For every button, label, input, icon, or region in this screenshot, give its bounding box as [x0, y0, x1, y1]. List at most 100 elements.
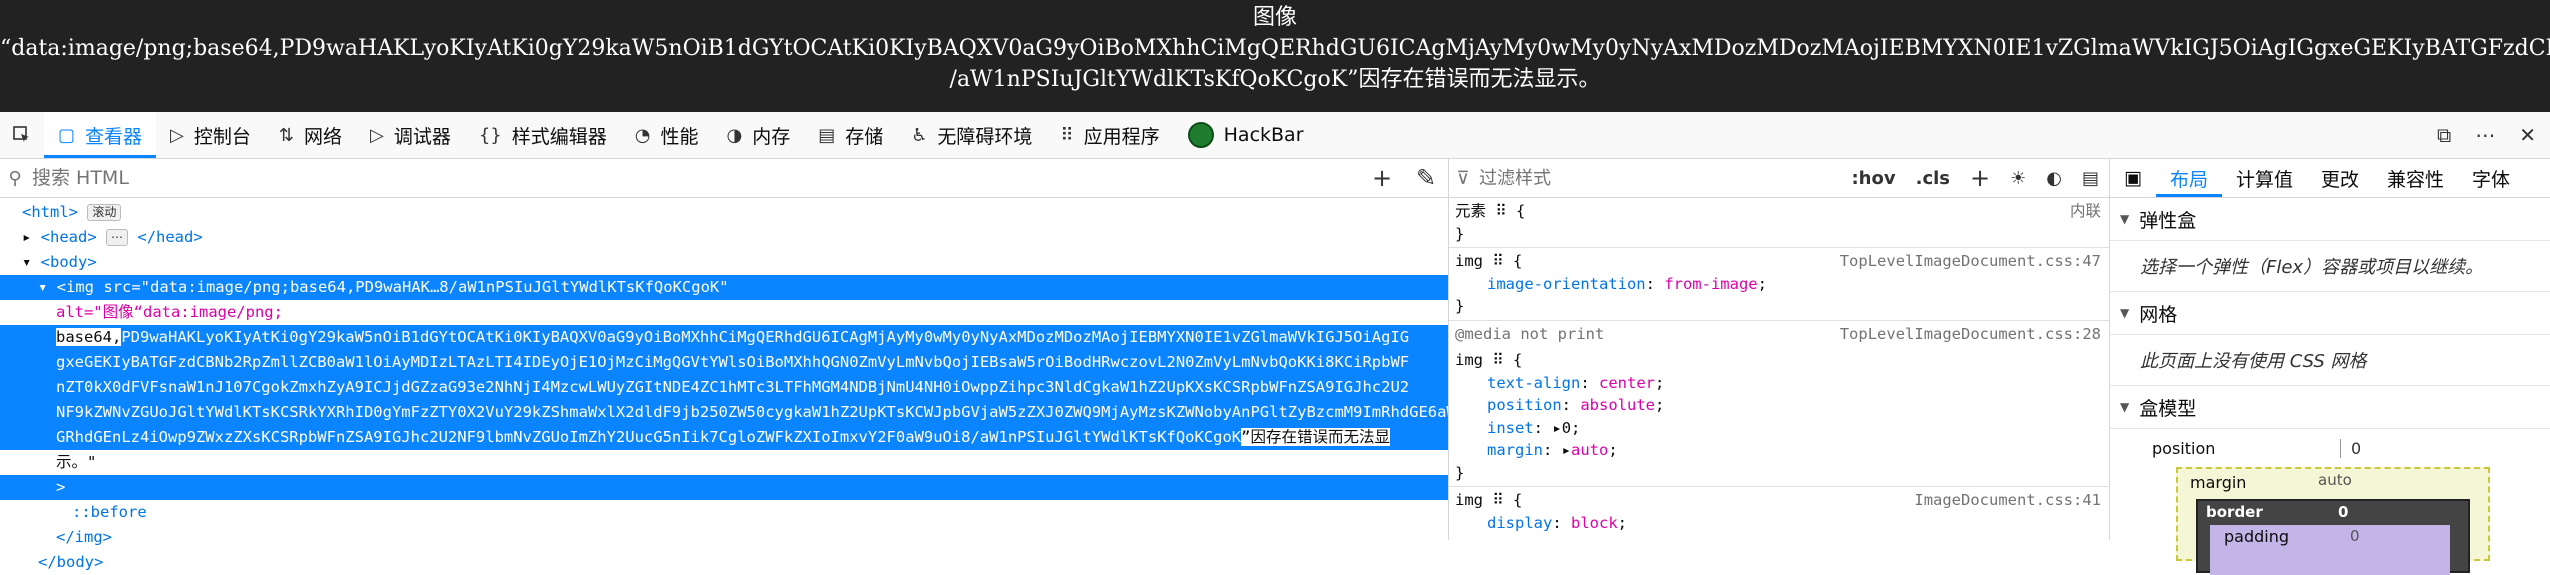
search-icon: ⚲: [8, 167, 22, 189]
debugger-icon: ▷: [370, 124, 384, 146]
tree-node-body-close[interactable]: </body>: [0, 550, 1448, 575]
boxmodel-section-header[interactable]: ▼ 盒模型: [2110, 386, 2550, 429]
sidebar-tabs: ▣ 布局 计算值 更改 兼容性 字体: [2110, 159, 2550, 198]
expand-arrow-icon[interactable]: ▸: [22, 228, 41, 246]
tab-performance[interactable]: ◔ 性能: [621, 112, 713, 158]
tab-inspector[interactable]: ▢ 查看器: [44, 112, 157, 158]
scroll-badge[interactable]: 滚动: [87, 204, 122, 221]
devtools-toolbar: ▢ 查看器 ▷ 控制台 ⇅ 网络 ▷ 调试器 {} 样式编辑器 ◔ 性能 ◑ 内存 ▤ 存储 ♿…: [0, 112, 2550, 159]
collapsed-badge[interactable]: ⋯: [106, 229, 129, 246]
cls-toggle-button[interactable]: .cls: [1906, 168, 1960, 189]
tab-network[interactable]: ⇅ 网络: [265, 112, 356, 158]
storage-icon: ▤: [818, 124, 836, 146]
tree-node-body[interactable]: ▾ <body>: [0, 250, 1448, 275]
img-alt-attr-line1: alt="图像“data:image/png;: [0, 300, 1448, 325]
print-media-icon[interactable]: ▤: [2072, 168, 2109, 189]
rule-source-link[interactable]: TopLevelImageDocument.css:28: [1840, 323, 2101, 346]
padding-box: padding 0: [2210, 525, 2450, 575]
padding-value[interactable]: 0: [2350, 527, 2360, 545]
tab-debugger[interactable]: ▷ 调试器: [356, 112, 465, 158]
img-alt-attr-line5: NF9kZWNvZGUoJGltYWdlKTsKCSRkYXRhID0gYmFz…: [0, 400, 1448, 425]
collapse-arrow-icon: ▼: [2120, 400, 2130, 414]
style-editor-icon: {}: [478, 124, 502, 146]
node-icon: ⠿: [1495, 202, 1507, 220]
html-search-bar: ⚲ + ✎: [0, 159, 1448, 198]
img-tag-close-bracket: >: [0, 475, 1448, 500]
tab-accessibility[interactable]: ♿ 无障碍环境: [897, 112, 1046, 158]
hov-toggle-button[interactable]: :hov: [1841, 168, 1905, 189]
toolbar-right-controls: ⧉ ⋯ ✕: [2437, 123, 2550, 147]
tree-node-head[interactable]: ▸ <head> ⋯ </head>: [0, 225, 1448, 250]
grid-section-header[interactable]: ▼ 网格: [2110, 292, 2550, 335]
layout-panel: ▣ 布局 计算值 更改 兼容性 字体 ▼ 弹性盒 选择一个弹性（Flex）容器或项…: [2110, 159, 2550, 575]
sidebar-toggle-icon[interactable]: ▣: [2110, 159, 2156, 197]
eyedropper-icon[interactable]: ✎: [1404, 164, 1448, 192]
tree-node-img-close[interactable]: </img>: [0, 525, 1448, 550]
broken-image-src-line: “data:image/png;base64,PD9waHAKLyoKIyAtK…: [0, 36, 2550, 61]
rule-source-link[interactable]: TopLevelImageDocument.css:47: [1840, 250, 2101, 273]
tab-changes[interactable]: 更改: [2307, 159, 2373, 197]
markup-panel: ⚲ + ✎ <html> 滚动 ▸ <head> ⋯ </head> ▾ <bo…: [0, 159, 1449, 571]
tab-hackbar[interactable]: HackBar: [1174, 112, 1318, 158]
node-icon: ⠿: [1492, 252, 1504, 270]
grid-section-body: 此页面上没有使用 CSS 网格: [2110, 335, 2550, 386]
light-mode-icon[interactable]: ☀: [2000, 168, 2036, 189]
close-icon[interactable]: ✕: [2519, 123, 2536, 147]
rules-panel: ⊽ :hov .cls + ☀ ◐ ▤ 元素 ⠿ { 内联 } img ⠿ { …: [1449, 159, 2110, 540]
box-model-diagram: position 0 margin auto border 0 padding …: [2110, 429, 2550, 575]
rule-source-link[interactable]: ImageDocument.css:41: [1914, 489, 2101, 512]
collapse-arrow-icon[interactable]: ▾: [38, 278, 57, 296]
tree-node-before[interactable]: ::before: [0, 500, 1448, 525]
img-alt-attr-line2: base64,PD9waHAKLyoKIyAtKi0gY29kaW5nOiB1d…: [0, 325, 1448, 350]
dark-mode-icon[interactable]: ◐: [2036, 168, 2072, 189]
tab-layout[interactable]: 布局: [2156, 159, 2222, 197]
expand-arrow-icon[interactable]: ▸: [1552, 419, 1561, 437]
more-options-icon[interactable]: ⋯: [2475, 123, 2495, 147]
tab-style-editor[interactable]: {} 样式编辑器: [465, 112, 621, 158]
collapse-arrow-icon: ▼: [2120, 306, 2130, 320]
hackbar-icon: [1187, 122, 1214, 148]
html-search-input[interactable]: [30, 166, 1360, 190]
tab-fonts[interactable]: 字体: [2458, 159, 2524, 197]
rule-block: img ⠿ { text-align: center; position: ab…: [1449, 347, 2109, 487]
filter-styles-input[interactable]: [1477, 166, 1842, 190]
collapse-arrow-icon[interactable]: ▾: [22, 253, 41, 271]
broken-image-title: 图像: [1252, 5, 1297, 30]
position-label: position: [2152, 439, 2216, 458]
dock-toggle-icon[interactable]: ⧉: [2437, 123, 2451, 147]
expand-arrow-icon[interactable]: ▸: [1562, 441, 1571, 459]
tab-application[interactable]: ⠿ 应用程序: [1046, 112, 1173, 158]
tab-memory[interactable]: ◑ 内存: [713, 112, 805, 158]
add-rule-button[interactable]: +: [1960, 164, 2000, 192]
border-value[interactable]: 0: [2338, 503, 2348, 521]
performance-icon: ◔: [634, 124, 651, 146]
img-alt-attr-line3: gxeGEKIyBATGFzdCBNb2RpZmllZCB0aW1lOiAyMD…: [0, 350, 1448, 375]
img-alt-attr-line4: nZT0kX0dFVFsnaW1nJ107CgokZmxhZyA9ICJjdGZ…: [0, 375, 1448, 400]
position-value[interactable]: 0: [2340, 439, 2361, 458]
tab-computed[interactable]: 计算值: [2222, 159, 2307, 197]
accessibility-icon: ♿: [911, 124, 928, 146]
element-picker-icon[interactable]: [0, 112, 44, 158]
memory-icon: ◑: [726, 124, 743, 146]
add-node-button[interactable]: +: [1360, 164, 1404, 192]
tree-node-html[interactable]: <html> 滚动: [0, 200, 1448, 225]
console-icon: ▷: [170, 124, 184, 146]
tab-console[interactable]: ▷ 控制台: [156, 112, 265, 158]
tab-storage[interactable]: ▤ 存储: [804, 112, 897, 158]
tree-node-img-selected[interactable]: ▾ <img src="data:image/png;base64,PD9waH…: [0, 275, 1448, 300]
markup-tree: <html> 滚动 ▸ <head> ⋯ </head> ▾ <body> ▾ …: [0, 198, 1448, 575]
node-icon: ⠿: [1492, 351, 1504, 369]
rule-block: img ⠿ { TopLevelImageDocument.css:47 ima…: [1449, 248, 2109, 321]
img-alt-attr-line6: GRhdGEnLz4iOwp9ZWxzZXsKCSRpbWFnZSA9IGJhc…: [0, 425, 1448, 450]
application-icon: ⠿: [1060, 124, 1074, 146]
network-icon: ⇅: [278, 124, 294, 146]
tab-compatibility[interactable]: 兼容性: [2373, 159, 2458, 197]
filter-icon: ⊽: [1456, 167, 1470, 189]
media-rule-header: @media not print TopLevelImageDocument.c…: [1449, 321, 2109, 348]
rules-filter-bar: ⊽ :hov .cls + ☀ ◐ ▤: [1449, 159, 2109, 198]
margin-value[interactable]: auto: [2318, 471, 2352, 489]
rule-element: 元素 ⠿ { 内联 }: [1449, 198, 2109, 248]
flexbox-section-header[interactable]: ▼ 弹性盒: [2110, 198, 2550, 241]
node-icon: ⠿: [1492, 491, 1504, 509]
rule-block: img ⠿ { ImageDocument.css:41 display: bl…: [1455, 489, 2101, 532]
